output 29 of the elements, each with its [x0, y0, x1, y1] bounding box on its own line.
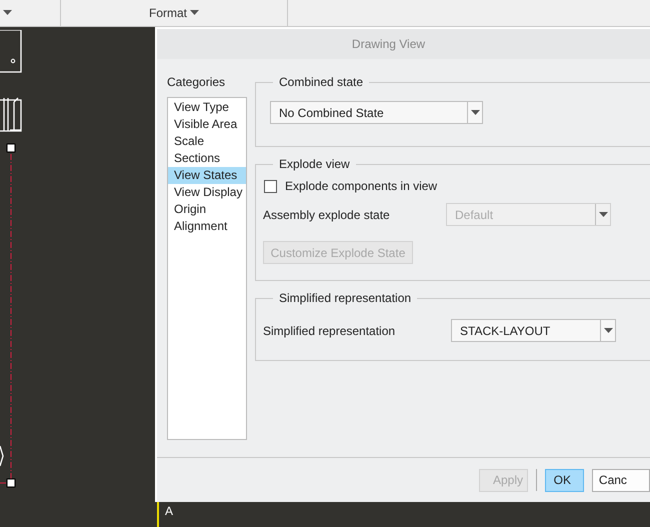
- category-item[interactable]: Sections: [168, 150, 246, 167]
- category-item[interactable]: Alignment: [168, 218, 246, 235]
- group-legend: Combined state: [273, 73, 370, 91]
- categories-label: Categories: [167, 74, 226, 91]
- guide-line: [157, 502, 159, 527]
- caret-icon: [190, 10, 199, 16]
- checkbox[interactable]: [264, 180, 277, 192]
- ok-button[interactable]: OK: [544, 468, 584, 492]
- group-legend: Simplified representation: [273, 289, 418, 307]
- category-item[interactable]: View Display: [168, 184, 246, 201]
- note-label: A: [165, 504, 174, 518]
- caret-icon: [604, 328, 612, 334]
- field-label: Simplified representation: [263, 322, 396, 340]
- category-item[interactable]: View States: [168, 167, 246, 184]
- group-legend: Explode view: [273, 155, 356, 173]
- category-item[interactable]: View Type: [168, 99, 246, 116]
- category-item[interactable]: Origin: [168, 201, 246, 218]
- field-label: Assembly explode state: [263, 206, 391, 224]
- window-title: Drawing View: [352, 36, 426, 53]
- caret-icon: [470, 110, 480, 116]
- category-item[interactable]: Scale: [168, 133, 246, 150]
- simplified-representation-dropdown[interactable]: STACK-LAYOUT: [451, 319, 616, 342]
- format-menu[interactable]: Format: [144, 4, 203, 22]
- category-item[interactable]: Visible Area: [168, 116, 246, 133]
- combined-state-dropdown[interactable]: No Combined State: [270, 101, 483, 124]
- caret-icon: [598, 212, 608, 218]
- caret-icon[interactable]: [3, 10, 12, 16]
- checkbox-label[interactable]: Explode components in view: [285, 177, 438, 195]
- dialog-button[interactable]: Canc: [592, 468, 650, 492]
